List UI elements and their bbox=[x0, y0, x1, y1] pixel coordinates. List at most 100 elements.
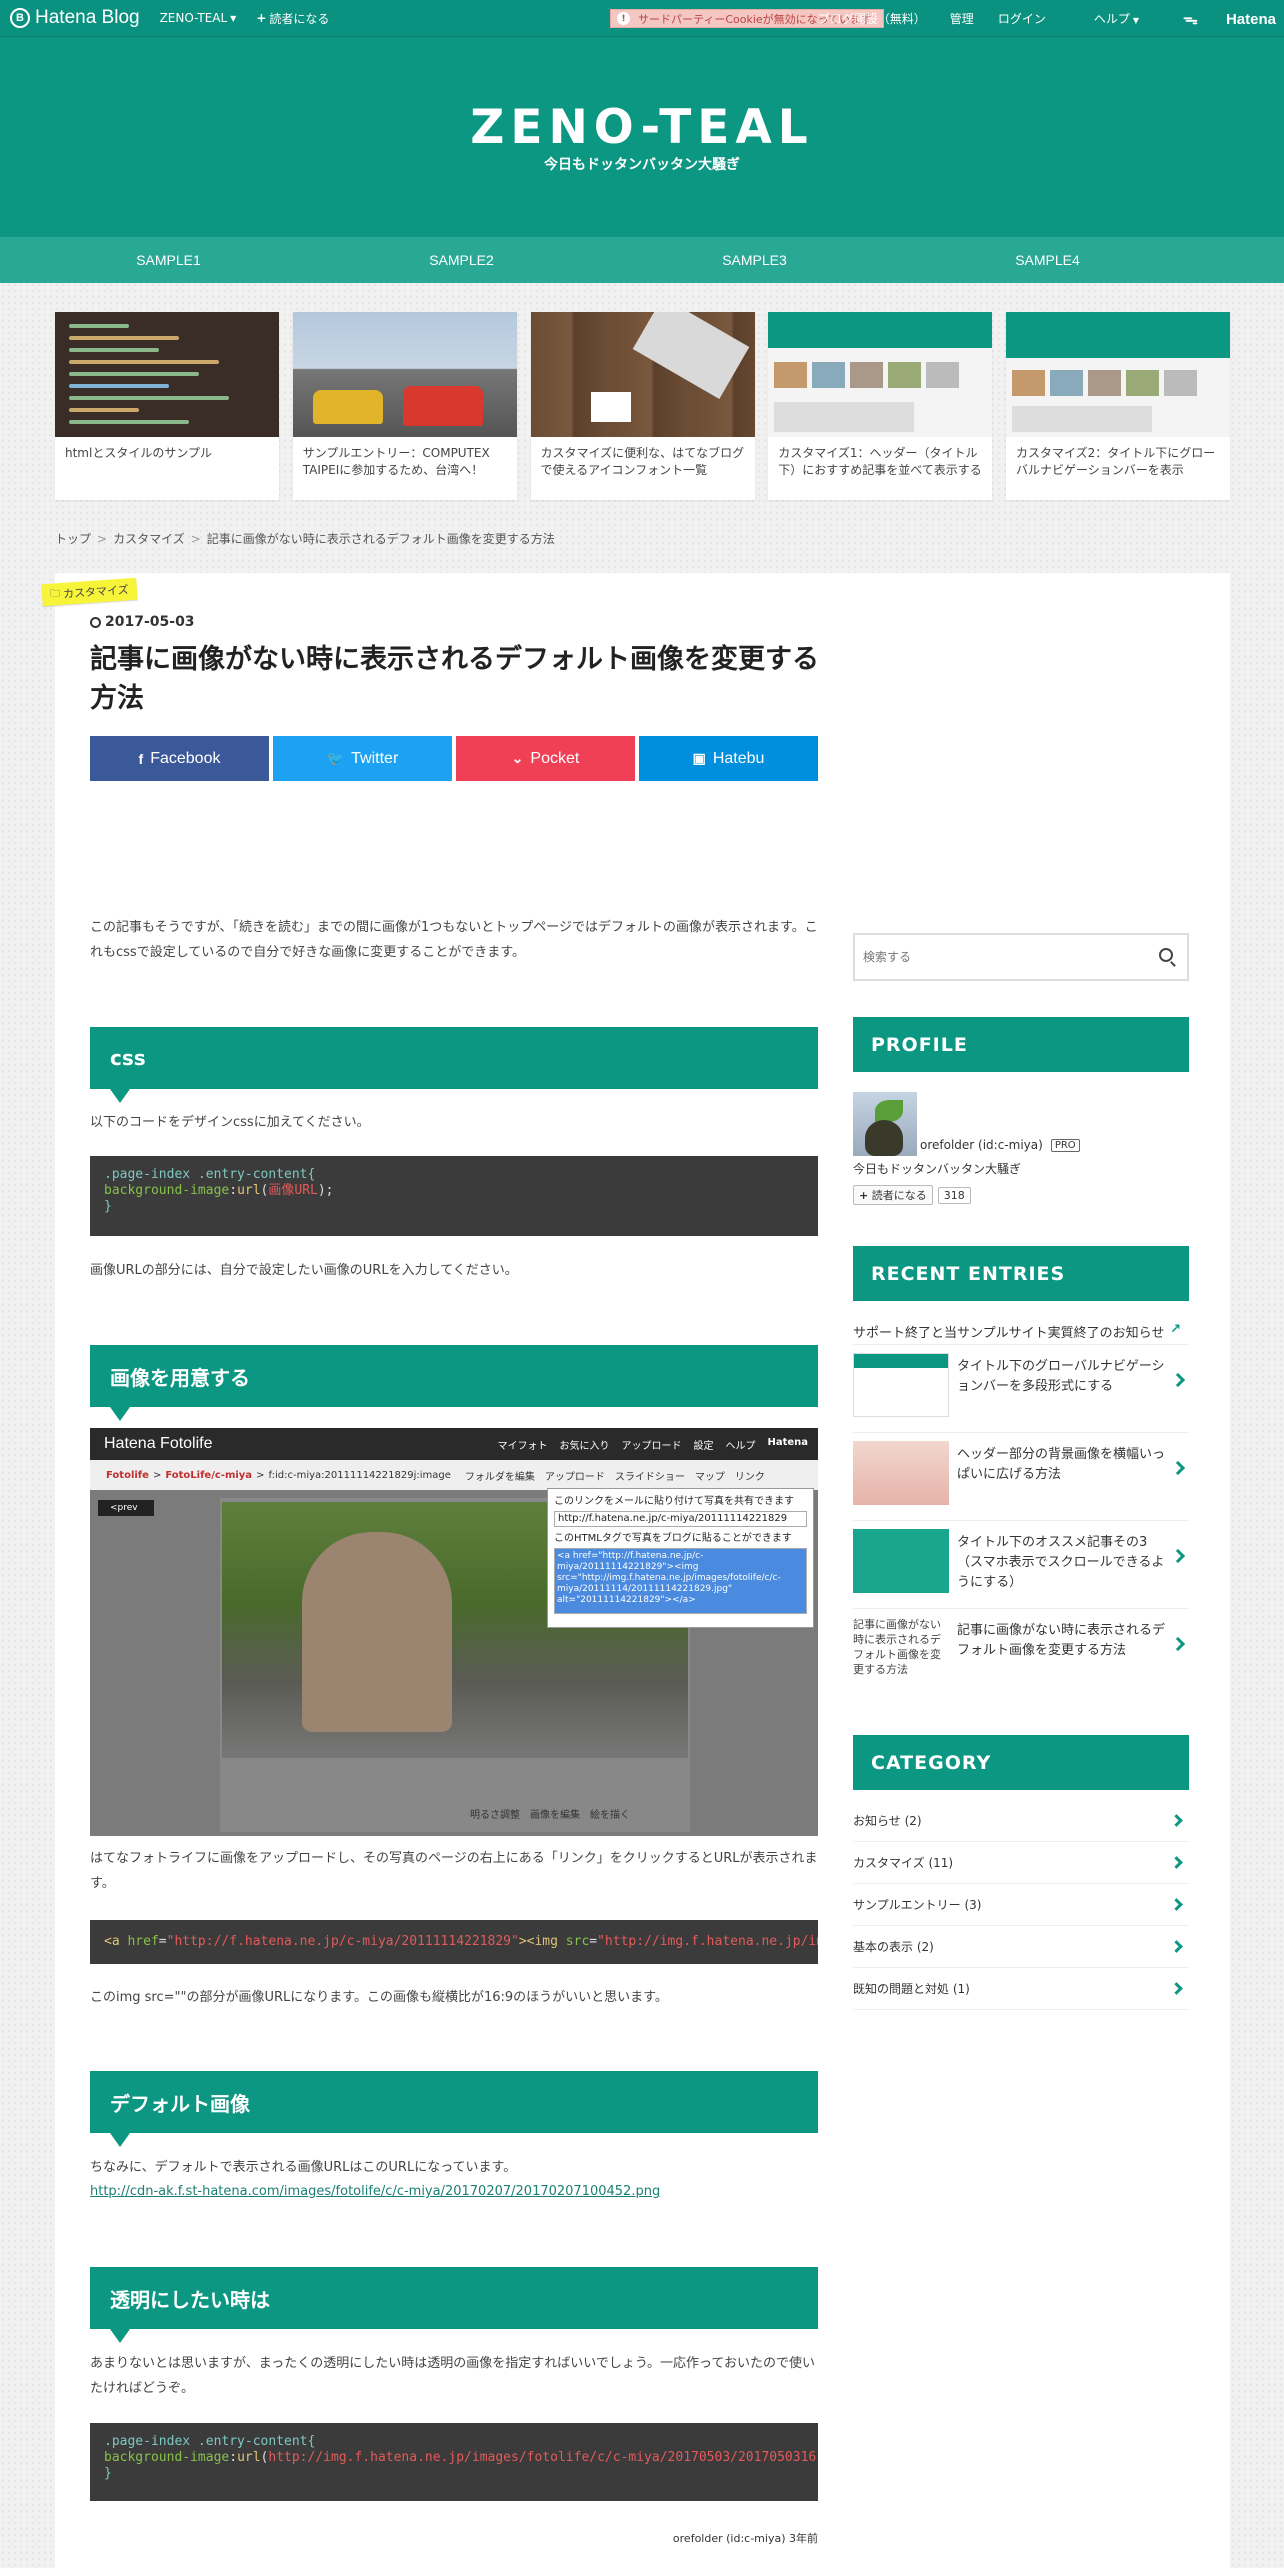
list-item[interactable]: 記事に画像がない時に表示されるデフォルト画像を変更する方法 記事に画像がない時に… bbox=[853, 1608, 1189, 1696]
nav-item-sample4[interactable]: SAMPLE4 bbox=[901, 237, 1194, 283]
featured-title: カスタマイズ2：タイトル下にグローバルナビゲーションバーを表示 bbox=[1016, 446, 1216, 477]
open-blog-link[interactable]: ブログ開設（無料） bbox=[818, 10, 926, 27]
list-item[interactable]: タイトル下のグローバルナビゲーションバーを多段形式にする bbox=[853, 1344, 1189, 1432]
featured-card[interactable]: htmlとスタイルのサンプル bbox=[55, 312, 279, 500]
profile-name-link[interactable]: orefolder (id:c-miya) bbox=[920, 1138, 1043, 1152]
heading-prepare-image: 画像を用意する bbox=[90, 1345, 818, 1421]
share-hatebu-button[interactable]: ▣ Hatebu bbox=[639, 736, 818, 781]
breadcrumb-top[interactable]: トップ bbox=[55, 532, 91, 546]
featured-title: サンプルエントリー：COMPUTEX TAIPEIに参加するため、台湾へ！ bbox=[302, 446, 490, 477]
featured-thumbnail bbox=[55, 312, 279, 437]
plus-icon: + bbox=[256, 11, 267, 25]
entry-thumbnail-alt: 記事に画像がない時に表示されるデフォルト画像を変更する方法 bbox=[853, 1617, 949, 1681]
recent-entries-list: タイトル下のグローバルナビゲーションバーを多段形式にする ヘッダー部分の背景画像… bbox=[853, 1344, 1189, 1696]
featured-entries: htmlとスタイルのサンプル サンプルエントリー：COMPUTEX TAIPEI… bbox=[55, 312, 1230, 500]
category-heading: CATEGORY bbox=[853, 1735, 1189, 1790]
breadcrumb: トップ > カスタマイズ > 記事に画像がない時に表示されるデフォルト画像を変更する方法 bbox=[55, 532, 555, 546]
transparent-description: あまりないとは思いますが、まったくの透明にしたい時は透明の画像を指定すればいいで… bbox=[90, 2356, 816, 2396]
caret-down-icon: ▼ bbox=[1132, 16, 1139, 25]
hatena-logo-icon: B bbox=[10, 8, 30, 28]
list-item[interactable]: ヘッダー部分の背景画像を横幅いっぱいに広げる方法 bbox=[853, 1432, 1189, 1520]
featured-title: カスタマイズ1：ヘッダー（タイトル下）におすすめ記事を並べて表示する bbox=[778, 446, 982, 477]
chevron-right-icon bbox=[1170, 1460, 1186, 1476]
nav-item-sample2[interactable]: SAMPLE2 bbox=[315, 237, 608, 283]
entry-author[interactable]: orefolder (id:c-miya) 3年前 bbox=[673, 2530, 818, 2546]
css-description: 以下のコードをデザインcssに加えてください。 bbox=[90, 1115, 370, 1130]
featured-thumbnail bbox=[292, 312, 517, 437]
heading-transparent: 透明にしたい時は bbox=[90, 2267, 818, 2343]
default-description: ちなみに、デフォルトで表示される画像URLはこのURLになっています。 bbox=[90, 2160, 517, 2175]
entry-intro: この記事もそうですが、「続きを読む」までの間に画像が1つもないとトップページでは… bbox=[90, 920, 818, 960]
profile-heading: PROFILE bbox=[853, 1017, 1189, 1072]
search-input[interactable] bbox=[863, 950, 1133, 964]
css-note: 画像URLの部分には、自分で設定したい画像のURLを入力してください。 bbox=[90, 1263, 518, 1278]
code-block-transparent[interactable]: .page-index .entry-content{ background-i… bbox=[90, 2423, 818, 2501]
hatena-blog-logo[interactable]: B Hatena Blog bbox=[10, 7, 140, 29]
recent-entries-heading: RECENT ENTRIES bbox=[853, 1246, 1189, 1301]
featured-thumbnail bbox=[768, 312, 993, 437]
blog-menu-dropdown[interactable]: ZENO-TEAL ▼ bbox=[160, 11, 237, 25]
global-nav: SAMPLE1 SAMPLE2 SAMPLE3 SAMPLE4 bbox=[0, 237, 1284, 283]
default-image-url-link[interactable]: http://cdn-ak.f.st-hatena.com/images/fot… bbox=[90, 2184, 660, 2199]
code-block-css[interactable]: .page-index .entry-content{ background-i… bbox=[90, 1156, 818, 1236]
chevron-right-icon bbox=[1170, 1982, 1183, 1995]
chevron-right-icon bbox=[1170, 1856, 1183, 1869]
hatebu-icon: ▣ bbox=[692, 750, 706, 766]
fotolife-screenshot: Hatena Fotolife マイフォト お気に入り アップロード 設定 ヘルプ Hat… bbox=[90, 1428, 818, 1836]
subscriber-count: 318 bbox=[937, 1186, 971, 1204]
chevron-right-icon bbox=[1170, 1372, 1186, 1388]
pocket-icon: ⌄ bbox=[511, 750, 524, 766]
admin-link[interactable]: 管理 bbox=[950, 10, 974, 27]
entry-thumbnail bbox=[853, 1441, 949, 1505]
heading-default-image: デフォルト画像 bbox=[90, 2071, 818, 2147]
chevron-right-icon bbox=[1170, 1940, 1183, 1953]
breadcrumb-current: 記事に画像がない時に表示されるデフォルト画像を変更する方法 bbox=[206, 532, 555, 546]
hatena-brand-link[interactable]: ᯓ Hatena bbox=[1159, 9, 1276, 29]
chevron-right-icon bbox=[1170, 1636, 1186, 1652]
subscribe-link[interactable]: + 読者になる bbox=[256, 10, 329, 27]
help-menu[interactable]: ヘルプ ▼ bbox=[1070, 10, 1139, 27]
featured-title: htmlとスタイルのサンプル bbox=[65, 446, 212, 460]
hatena-bird-icon: ᯓ bbox=[1183, 10, 1198, 28]
subscribe-button[interactable]: + 読者になる bbox=[853, 1185, 933, 1205]
info-icon: ! bbox=[617, 12, 630, 25]
login-link[interactable]: ログイン bbox=[998, 10, 1046, 27]
blog-title[interactable]: ZENO-TEAL bbox=[0, 100, 1284, 155]
chevron-right-icon bbox=[1170, 1548, 1186, 1564]
featured-card[interactable]: カスタマイズ2：タイトル下にグローバルナビゲーションバーを表示 bbox=[1006, 312, 1230, 500]
featured-card[interactable]: サンプルエントリー：COMPUTEX TAIPEIに参加するため、台湾へ！ bbox=[292, 312, 517, 500]
category-item[interactable]: お知らせ (2) bbox=[853, 1800, 1189, 1842]
list-item[interactable]: タイトル下のオススメ記事その3（スマホ表示でスクロールできるようにする） bbox=[853, 1520, 1189, 1608]
featured-thumbnail bbox=[1006, 312, 1230, 437]
entry-title[interactable]: 記事に画像がない時に表示されるデフォルト画像を変更する方法 bbox=[90, 640, 820, 718]
featured-card[interactable]: カスタマイズに便利な、はてなブログで使えるアイコンフォント一覧 bbox=[530, 312, 755, 500]
share-pocket-button[interactable]: ⌄ Pocket bbox=[456, 736, 635, 781]
share-facebook-button[interactable]: f Facebook bbox=[90, 736, 269, 781]
category-item[interactable]: カスタマイズ (11) bbox=[853, 1842, 1189, 1884]
caret-down-icon: ▼ bbox=[230, 13, 237, 23]
clock-icon bbox=[90, 616, 101, 628]
nav-item-sample3[interactable]: SAMPLE3 bbox=[608, 237, 901, 283]
arrow-icon: ↗ bbox=[1170, 1322, 1181, 1337]
avatar[interactable] bbox=[853, 1092, 917, 1156]
img-note: このimg src=""の部分が画像URLになります。この画像も縦横比が16:9… bbox=[90, 1990, 668, 2005]
facebook-icon: f bbox=[138, 750, 144, 767]
image-description: はてなフォトライフに画像をアップロードし、その写真のページの右上にある「リンク」… bbox=[90, 1851, 818, 1891]
category-item[interactable]: サンプルエントリー (3) bbox=[853, 1884, 1189, 1926]
category-item[interactable]: 基本の表示 (2) bbox=[853, 1926, 1189, 1968]
featured-thumbnail bbox=[530, 312, 755, 437]
nav-item-sample1[interactable]: SAMPLE1 bbox=[22, 237, 315, 283]
breadcrumb-category[interactable]: カスタマイズ bbox=[113, 532, 185, 546]
share-buttons: f Facebook 🐦 Twitter ⌄ Pocket ▣ Hatebu bbox=[90, 736, 818, 781]
featured-card[interactable]: カスタマイズ1：ヘッダー（タイトル下）におすすめ記事を並べて表示する bbox=[768, 312, 993, 500]
blog-description: 今日もドッタンバッタン大騒ぎ bbox=[544, 157, 740, 173]
entry-date[interactable]: 2017-05-03 bbox=[90, 614, 195, 630]
share-twitter-button[interactable]: 🐦 Twitter bbox=[273, 736, 452, 781]
twitter-icon: 🐦 bbox=[326, 750, 345, 766]
code-block-html[interactable]: <a href="http://f.hatena.ne.jp/c-miya/20… bbox=[90, 1920, 818, 1964]
search-icon[interactable] bbox=[1159, 948, 1173, 962]
global-header-bar: B Hatena Blog ZENO-TEAL ▼ + 読者になる ! サードパーテ… bbox=[0, 0, 1284, 37]
category-item[interactable]: 既知の問題と対処 (1) bbox=[853, 1968, 1189, 2010]
recent-entry-notice[interactable]: サポート終了と当サンプルサイト実質終了のお知らせ ↗ bbox=[853, 1322, 1189, 1341]
profile-description: 今日もドッタンバッタン大騒ぎ bbox=[853, 1162, 1022, 1176]
